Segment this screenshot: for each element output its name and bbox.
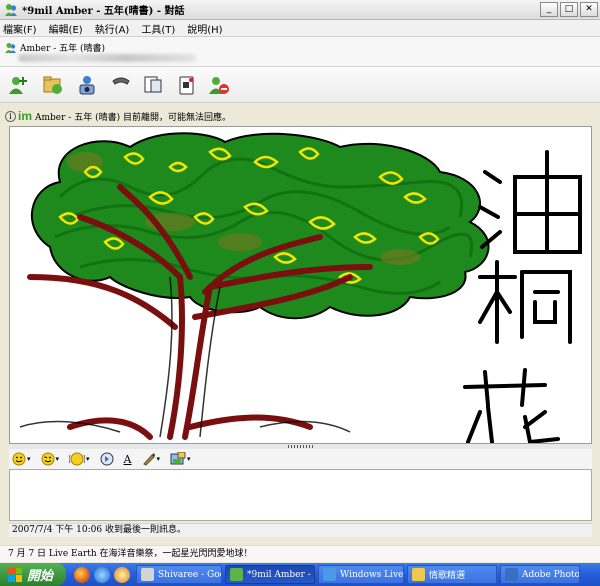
voice-clip-icon [69,452,86,466]
splitter-grip[interactable] [287,445,314,448]
emoticon-icon [12,452,26,466]
info-icon: i [5,110,16,122]
contact-bar: Amber - 五年 (晴書) [0,37,600,67]
minimize-button[interactable]: _ [540,2,558,17]
ink-button[interactable]: ▾ [142,452,160,466]
handwritten-characters [463,150,582,443]
window-title: *9mil Amber - 五年(晴書) - 對話 [22,6,185,17]
games-icon[interactable] [176,74,198,96]
send-files-icon[interactable] [42,74,64,96]
media-player-icon[interactable] [114,566,130,583]
windows-taskbar: 開始 Shivaree - Goo... *9mil Amber - ... W… [0,563,600,586]
font-button[interactable]: A [124,453,132,466]
message-input[interactable] [9,469,592,521]
taskbar-item[interactable]: 情歌精選 [407,565,497,584]
quick-launch [74,566,130,583]
ink-drawing-canvas[interactable] [9,126,592,444]
messenger-icon [5,3,17,16]
conversation-toolbar [0,67,600,103]
menu-actions[interactable]: 執行(A) [95,21,130,36]
messenger-task-icon [230,568,243,581]
last-message-status: 2007/7/4 下午 10:06 收到最後一則訊息。 [9,523,592,537]
menu-help[interactable]: 說明(H) [187,21,222,36]
emoticon-button[interactable]: ▾ [12,452,31,466]
close-button[interactable]: ✕ [580,2,598,17]
contact-name[interactable]: Amber - 五年 (晴書) [20,41,105,54]
nudge-button[interactable] [100,452,114,466]
contact-status-icon [5,42,16,53]
voice-clip-button[interactable]: ▾ [69,452,90,466]
wink-button[interactable]: ▾ [41,452,59,466]
photoshop-task-icon [505,568,518,581]
menu-bar: 檔案(F) 編輯(E) 執行(A) 工具(T) 說明(H) [0,20,600,37]
wink-icon [41,452,55,466]
firefox-icon[interactable] [74,566,90,583]
taskbar-item[interactable]: Shivaree - Goo... [136,565,222,584]
invite-contact-icon[interactable] [8,74,30,96]
ink-icon [142,453,155,466]
start-label: 開始 [27,569,54,584]
format-toolbar: ▾ ▾ ▾ A ▾ ▾ [9,449,592,469]
im-logo: im [18,109,33,123]
firefox-task-icon [141,568,154,581]
call-icon[interactable] [110,74,132,96]
ie-icon[interactable] [94,566,110,583]
status-notice: i im Amber - 五年 (晴書) 目前離開，可能無法回應。 [5,107,595,125]
ad-ticker-link[interactable]: 7 月 7 日 Live Earth 在海洋音樂祭，一起星光閃閃愛地球！ [0,545,600,562]
menu-file[interactable]: 檔案(F) [3,21,37,36]
menu-tools[interactable]: 工具(T) [141,21,175,36]
taskbar-item-active[interactable]: *9mil Amber - ... [225,565,315,584]
drawing-tree-and-handwriting [19,132,582,443]
background-icon [170,452,186,465]
folder-task-icon [412,568,425,581]
background-button[interactable]: ▾ [170,452,191,466]
window-titlebar: *9mil Amber - 五年(晴書) - 對話 _ □ ✕ [0,0,600,20]
contact-email-redacted [18,54,196,62]
block-icon[interactable] [208,74,230,96]
video-call-icon[interactable] [76,74,98,96]
windows-flag-icon [8,567,22,582]
start-button[interactable]: 開始 [0,563,66,586]
activities-icon[interactable] [142,74,164,96]
font-icon: A [123,452,132,466]
taskbar-item[interactable]: Adobe Photosh... [500,565,580,584]
taskbar-item[interactable]: Windows Live ... [318,565,404,584]
maximize-button[interactable]: □ [560,2,578,17]
live-task-icon [323,568,336,581]
status-notice-text: Amber - 五年 (晴書) 目前離開，可能無法回應。 [35,112,231,123]
menu-edit[interactable]: 編輯(E) [49,21,83,36]
nudge-icon [100,452,114,466]
